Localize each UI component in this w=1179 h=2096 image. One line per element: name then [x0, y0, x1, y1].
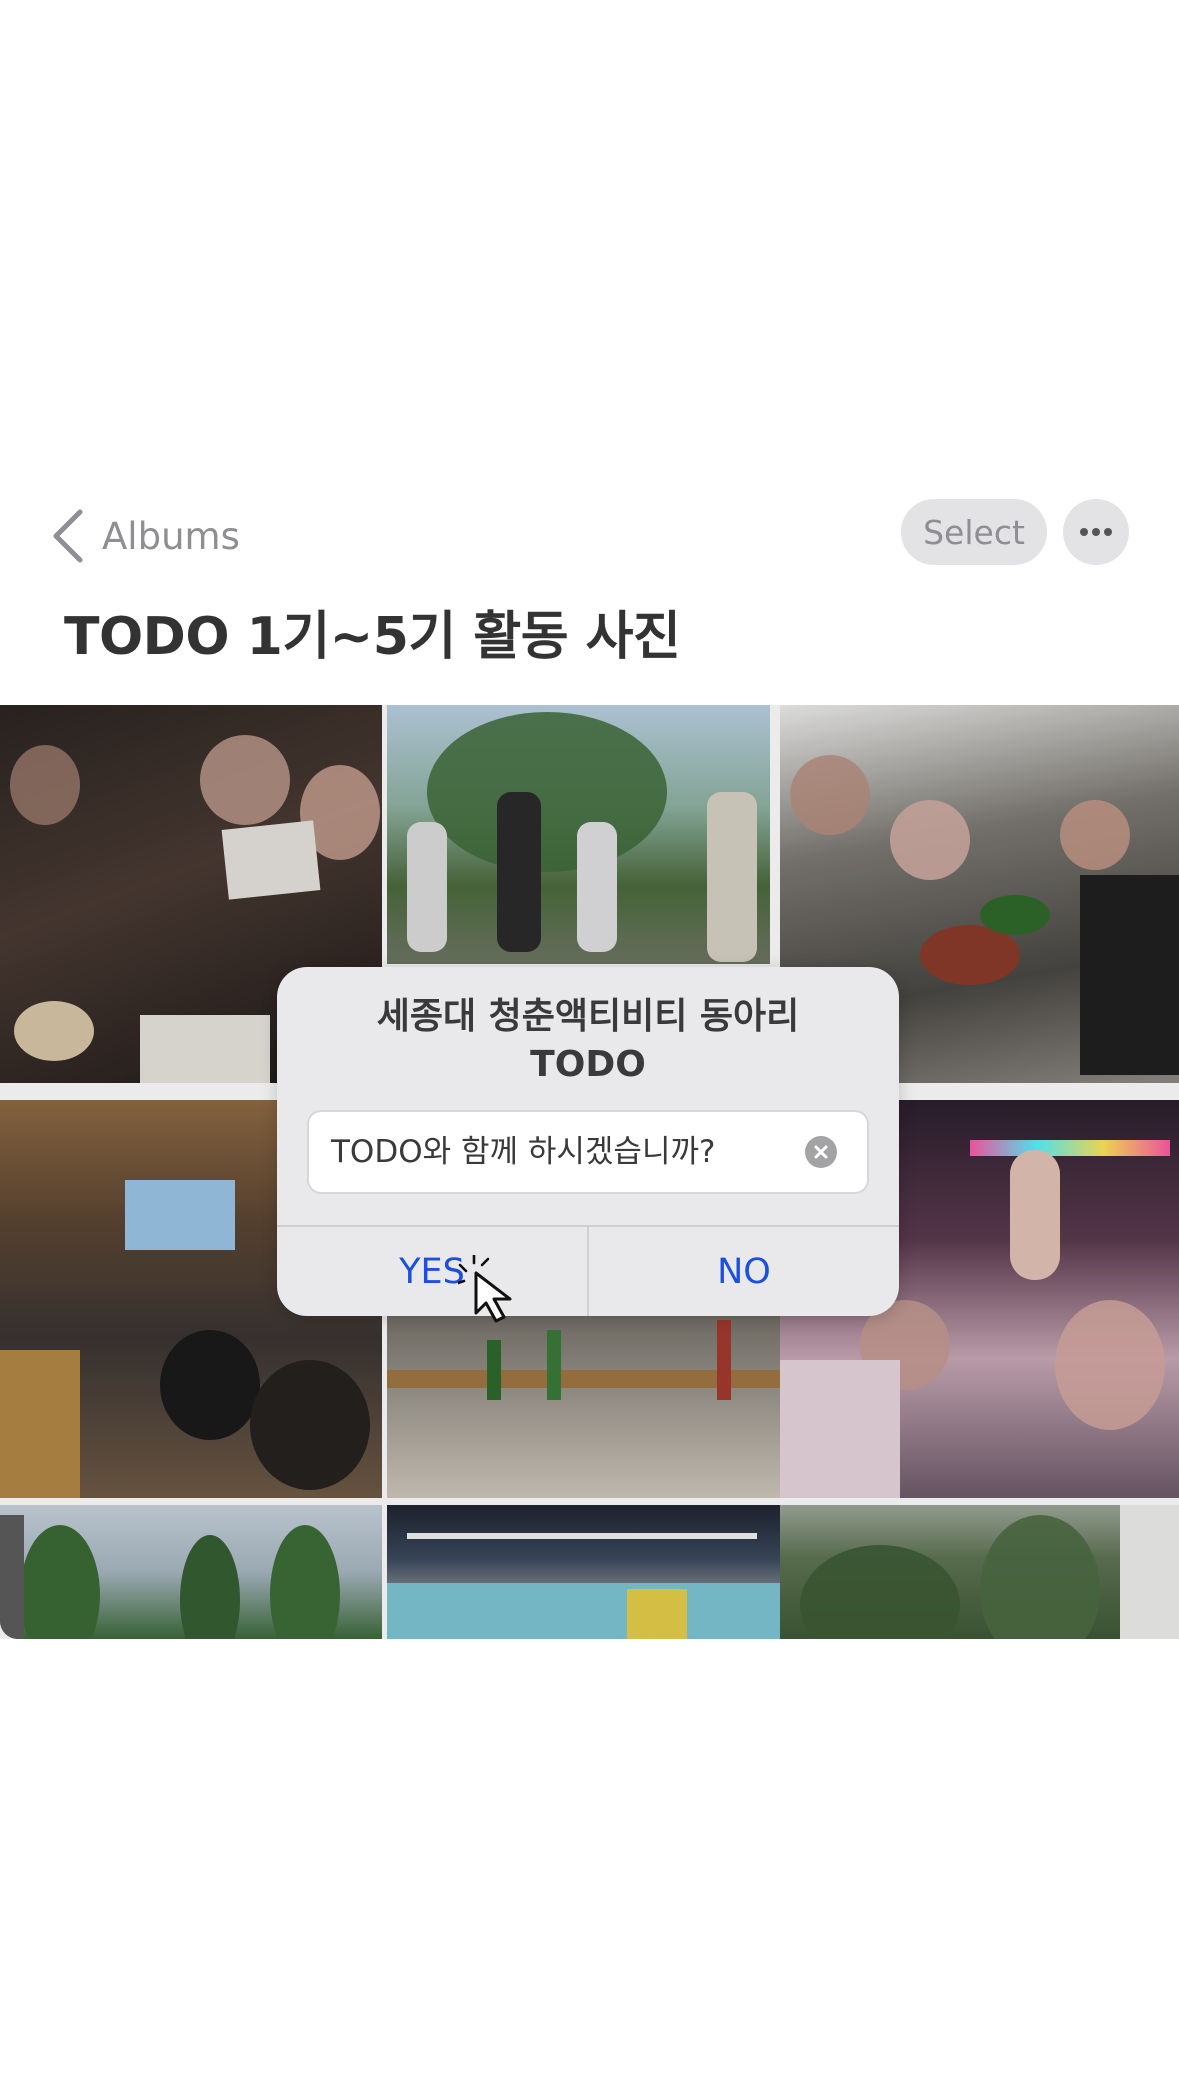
- back-button[interactable]: Albums: [50, 500, 240, 572]
- dialog-title: 세종대 청춘액티비티 동아리 TODO: [277, 993, 899, 1089]
- dialog-title-line2: TODO: [530, 1044, 646, 1085]
- more-options-button[interactable]: [1063, 499, 1129, 565]
- yes-button[interactable]: YES: [277, 1227, 587, 1316]
- back-button-label: Albums: [102, 514, 240, 558]
- dialog-text-field[interactable]: TODO와 함께 하시겠습니까?: [307, 1110, 869, 1194]
- pointer-cursor-icon: [458, 1255, 512, 1323]
- dialog-text-value: TODO와 함께 하시겠습니까?: [331, 1134, 716, 1170]
- chevron-left-icon: [53, 509, 83, 563]
- ellipsis-icon: [1080, 528, 1112, 536]
- no-button[interactable]: NO: [589, 1227, 899, 1316]
- clear-icon[interactable]: [805, 1136, 837, 1168]
- album-title: TODO 1기~5기 활동 사진: [64, 607, 681, 667]
- alert-dialog: 세종대 청춘액티비티 동아리 TODO TODO와 함께 하시겠습니까? YES…: [277, 967, 899, 1316]
- dialog-title-line1: 세종대 청춘액티비티 동아리: [376, 996, 800, 1037]
- select-button[interactable]: Select: [901, 499, 1047, 565]
